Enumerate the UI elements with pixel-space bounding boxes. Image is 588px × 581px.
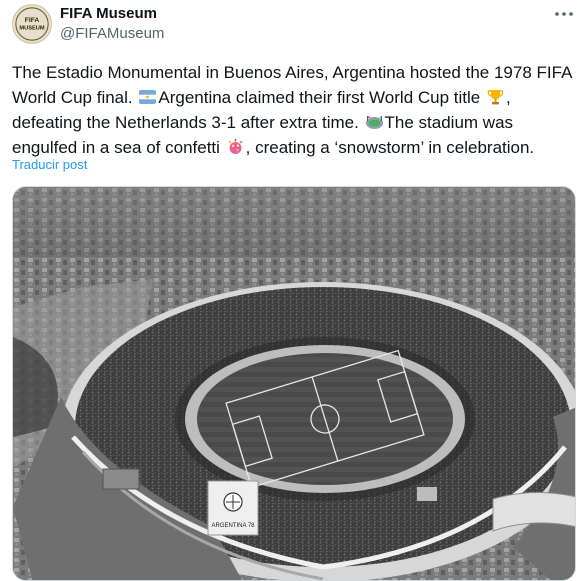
confetti-icon [228, 139, 243, 154]
author-handle[interactable]: @FIFAMuseum [60, 24, 164, 44]
fifa-museum-logo-icon: FIFA MUSEUM [13, 5, 51, 43]
post-text-segment: Argentina claimed their first World Cup … [158, 88, 485, 107]
trophy-icon [487, 90, 504, 105]
more-dots-icon [555, 12, 573, 16]
stadium-photo: ARGENTINA 78 [13, 187, 575, 580]
svg-text:FIFA: FIFA [25, 17, 40, 24]
stadium-icon [365, 116, 383, 129]
author-avatar[interactable]: FIFA MUSEUM [12, 4, 52, 44]
post-text-segment: , creating a ‘snowstorm’ in celebration. [245, 138, 535, 157]
author-display-name[interactable]: FIFA Museum [60, 4, 164, 23]
argentina-flag-icon [139, 90, 157, 104]
media-logo-text: ARGENTINA 78 [211, 523, 255, 529]
svg-text:MUSEUM: MUSEUM [19, 26, 45, 32]
translate-post-link[interactable]: Traducir post [12, 157, 87, 172]
post-media-photo[interactable]: ARGENTINA 78 [12, 186, 576, 581]
post-text: The Estadio Monumental in Buenos Aires, … [12, 60, 580, 160]
post-card: FIFA MUSEUM FIFA Museum @FIFAMuseum The … [0, 0, 588, 581]
more-options-button[interactable] [550, 2, 578, 26]
author-info: FIFA Museum @FIFAMuseum [60, 4, 164, 44]
